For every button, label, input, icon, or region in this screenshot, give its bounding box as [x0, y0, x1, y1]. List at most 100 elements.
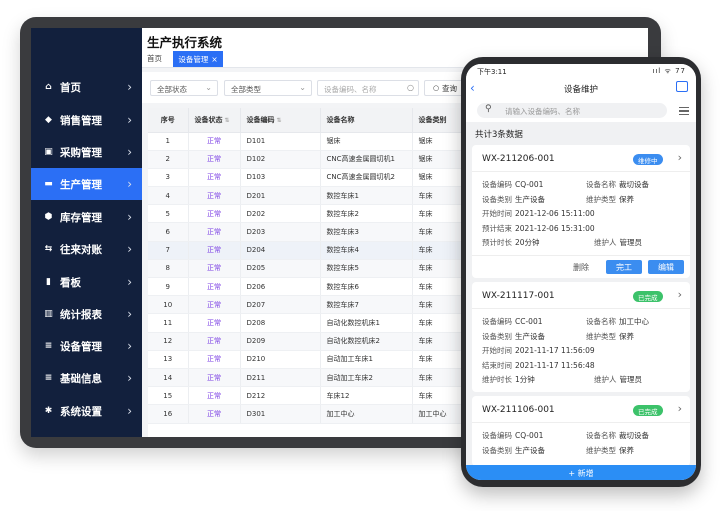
table-cell: 10	[148, 295, 189, 315]
box-icon: ⬢	[44, 212, 53, 222]
field-label: 设备编码	[482, 180, 512, 189]
table-cell: D209	[240, 332, 321, 351]
table-row[interactable]: 5 正常 D202 数控车床2 车床	[148, 204, 473, 224]
field-label: 设备编码	[482, 317, 512, 326]
sidebar-item-8[interactable]: ≡ 设备管理 ›	[31, 330, 142, 362]
chevron-right-icon: ›	[127, 275, 132, 289]
sidebar-item-10[interactable]: ✱ 系统设置 ›	[31, 395, 142, 427]
maintenance-card[interactable]: WX-211117-001 已完成 › 设备编码 CC-001 设备名称 加工中心 设备类别生…	[472, 282, 690, 392]
table-row[interactable]: 13 正常 D210 自动加工车床1 车床	[148, 350, 473, 369]
tab-home[interactable]: 首页	[147, 53, 162, 64]
table-cell: 13	[148, 350, 189, 369]
phone-frame: 下午3:11 ııl ᯤ 77 ‹ 设备维护 ⚲ 请输入设备编码、名称 共计3条…	[461, 57, 701, 487]
complete-button[interactable]: 完工	[606, 260, 642, 274]
field-value: 1分钟	[515, 375, 535, 384]
maintenance-card[interactable]: WX-211206-001 维修中 › 设备编码 CQ-001 设备名称 裁切设备 设备类别生…	[472, 145, 690, 278]
sidebar-item-0[interactable]: ⌂ 首页 ›	[31, 71, 142, 103]
bar-chart-icon: ▮	[46, 277, 51, 287]
card-field: 开始时间 2021-11-17 11:56:09	[482, 345, 595, 356]
sidebar-item-label: 生产管理	[60, 178, 102, 191]
table-row[interactable]: 11 正常 D208 自动化数控机床1 车床	[148, 313, 473, 333]
delete-button[interactable]: 删除	[564, 260, 598, 274]
sort-icon[interactable]: ⇅	[277, 117, 282, 124]
card-order-id: WX-211206-001	[482, 154, 555, 164]
field-value: CC-001	[515, 317, 543, 326]
chevron-right-icon[interactable]: ›	[678, 402, 682, 415]
table-row[interactable]: 1 正常 D101 锯床 锯床	[148, 132, 473, 151]
sidebar-item-label: 基础信息	[60, 372, 102, 385]
menu-icon[interactable]	[679, 107, 689, 115]
sidebar-item-7[interactable]: ▥ 统计报表 ›	[31, 298, 142, 330]
field-label: 预计时长	[482, 238, 512, 247]
table-row[interactable]: 6 正常 D203 数控车床3 车床	[148, 222, 473, 242]
table-cell: 4	[148, 186, 189, 206]
field-value: 保养	[619, 194, 634, 204]
shopping-bag-icon: ▣	[44, 147, 53, 157]
status-cell: 正常	[188, 277, 241, 297]
table-row[interactable]: 7 正常 D204 数控车床4 车床	[148, 241, 473, 260]
sidebar-item-6[interactable]: ▮ 看板 ›	[31, 266, 142, 298]
column-header[interactable]: 设备名称	[320, 108, 413, 133]
status-select-value: 全部状态	[157, 85, 187, 94]
table-row[interactable]: 12 正常 D209 自动化数控机床2 车床	[148, 332, 473, 351]
table-cell: CNC高速金属圆切机2	[320, 168, 413, 188]
table-row[interactable]: 10 正常 D207 数控车床7 车床	[148, 295, 473, 315]
field-label: 设备名称	[586, 180, 616, 189]
table-row[interactable]: 14 正常 D211 自动加工车床2 车床	[148, 368, 473, 388]
sort-icon[interactable]: ⇅	[225, 117, 230, 124]
status-select[interactable]: 全部状态 ⌄	[150, 80, 218, 96]
table-row[interactable]: 16 正常 D301 加工中心 加工中心	[148, 404, 473, 424]
table-cell: 数控车床3	[320, 222, 413, 242]
chevron-right-icon: ›	[127, 307, 132, 321]
table-cell: 14	[148, 368, 189, 388]
divider	[472, 422, 690, 423]
tab-device-management[interactable]: 设备管理 ×	[173, 51, 223, 67]
chevron-right-icon: ›	[127, 404, 132, 418]
sidebar-item-4[interactable]: ⬢ 库存管理 ›	[31, 201, 142, 233]
table-row[interactable]: 2 正常 D102 CNC高速金属圆切机1 锯床	[148, 150, 473, 169]
mobile-nav-bar: ‹ 设备维护	[466, 78, 696, 100]
table-row[interactable]: 3 正常 D103 CNC高速金属圆切机2 锯床	[148, 168, 473, 188]
sidebar-item-1[interactable]: ◆ 销售管理 ›	[31, 104, 142, 136]
search-icon: ○	[407, 83, 414, 92]
table-cell: 车床12	[320, 386, 413, 406]
sidebar-item-label: 设备管理	[60, 340, 102, 353]
table-cell: D210	[240, 350, 321, 369]
chevron-down-icon: ⌄	[205, 83, 212, 92]
sidebar-item-label: 统计报表	[60, 308, 102, 321]
field-value: 20分钟	[515, 238, 540, 247]
table-row[interactable]: 4 正常 D201 数控车床1 车床	[148, 186, 473, 206]
chevron-right-icon[interactable]: ›	[678, 288, 682, 301]
table-row[interactable]: 8 正常 D205 数控车床5 车床	[148, 259, 473, 279]
field-value: 加工中心	[619, 317, 649, 326]
close-icon[interactable]: ×	[211, 55, 217, 64]
mobile-search-input[interactable]: ⚲ 请输入设备编码、名称	[477, 103, 667, 118]
column-header[interactable]: 序号	[148, 108, 189, 133]
scan-icon[interactable]	[676, 81, 688, 92]
sidebar-item-9[interactable]: ≡ 基础信息 ›	[31, 362, 142, 394]
table-row[interactable]: 15 正常 D212 车床12 车床	[148, 386, 473, 406]
add-button[interactable]: + 新增	[466, 465, 696, 480]
search-icon: ○	[432, 84, 440, 92]
column-header[interactable]: 设备状态 ⇅	[188, 108, 241, 133]
edit-button[interactable]: 编辑	[648, 260, 684, 274]
chevron-right-icon[interactable]: ›	[678, 151, 682, 164]
search-input[interactable]: 设备编码、名称 ○	[317, 80, 419, 96]
field-value: 生产设备	[515, 331, 545, 341]
table-row[interactable]: 9 正常 D206 数控车床6 车床	[148, 277, 473, 297]
transfer-icon: ⇆	[44, 244, 53, 254]
query-button[interactable]: ○ 查询	[424, 80, 466, 96]
divider	[472, 308, 690, 309]
type-select[interactable]: 全部类型 ⌄	[224, 80, 312, 96]
monitor-icon: ▬	[44, 179, 53, 189]
chevron-right-icon: ›	[127, 145, 132, 159]
maintenance-card[interactable]: WX-211106-001 已完成 › 设备编码 CQ-001 设备名称 裁切设备 设备类别生…	[472, 396, 690, 466]
status-cell: 正常	[188, 168, 241, 188]
sidebar-item-5[interactable]: ⇆ 往来对账 ›	[31, 233, 142, 265]
sidebar-item-3[interactable]: ▬ 生产管理 ›	[31, 168, 142, 200]
sidebar-item-2[interactable]: ▣ 采购管理 ›	[31, 136, 142, 168]
card-order-id: WX-211117-001	[482, 291, 555, 301]
field-label: 维护类型	[586, 194, 616, 204]
column-header[interactable]: 设备编码 ⇅	[240, 108, 321, 133]
status-icons: ııl ᯤ 77	[652, 67, 686, 75]
